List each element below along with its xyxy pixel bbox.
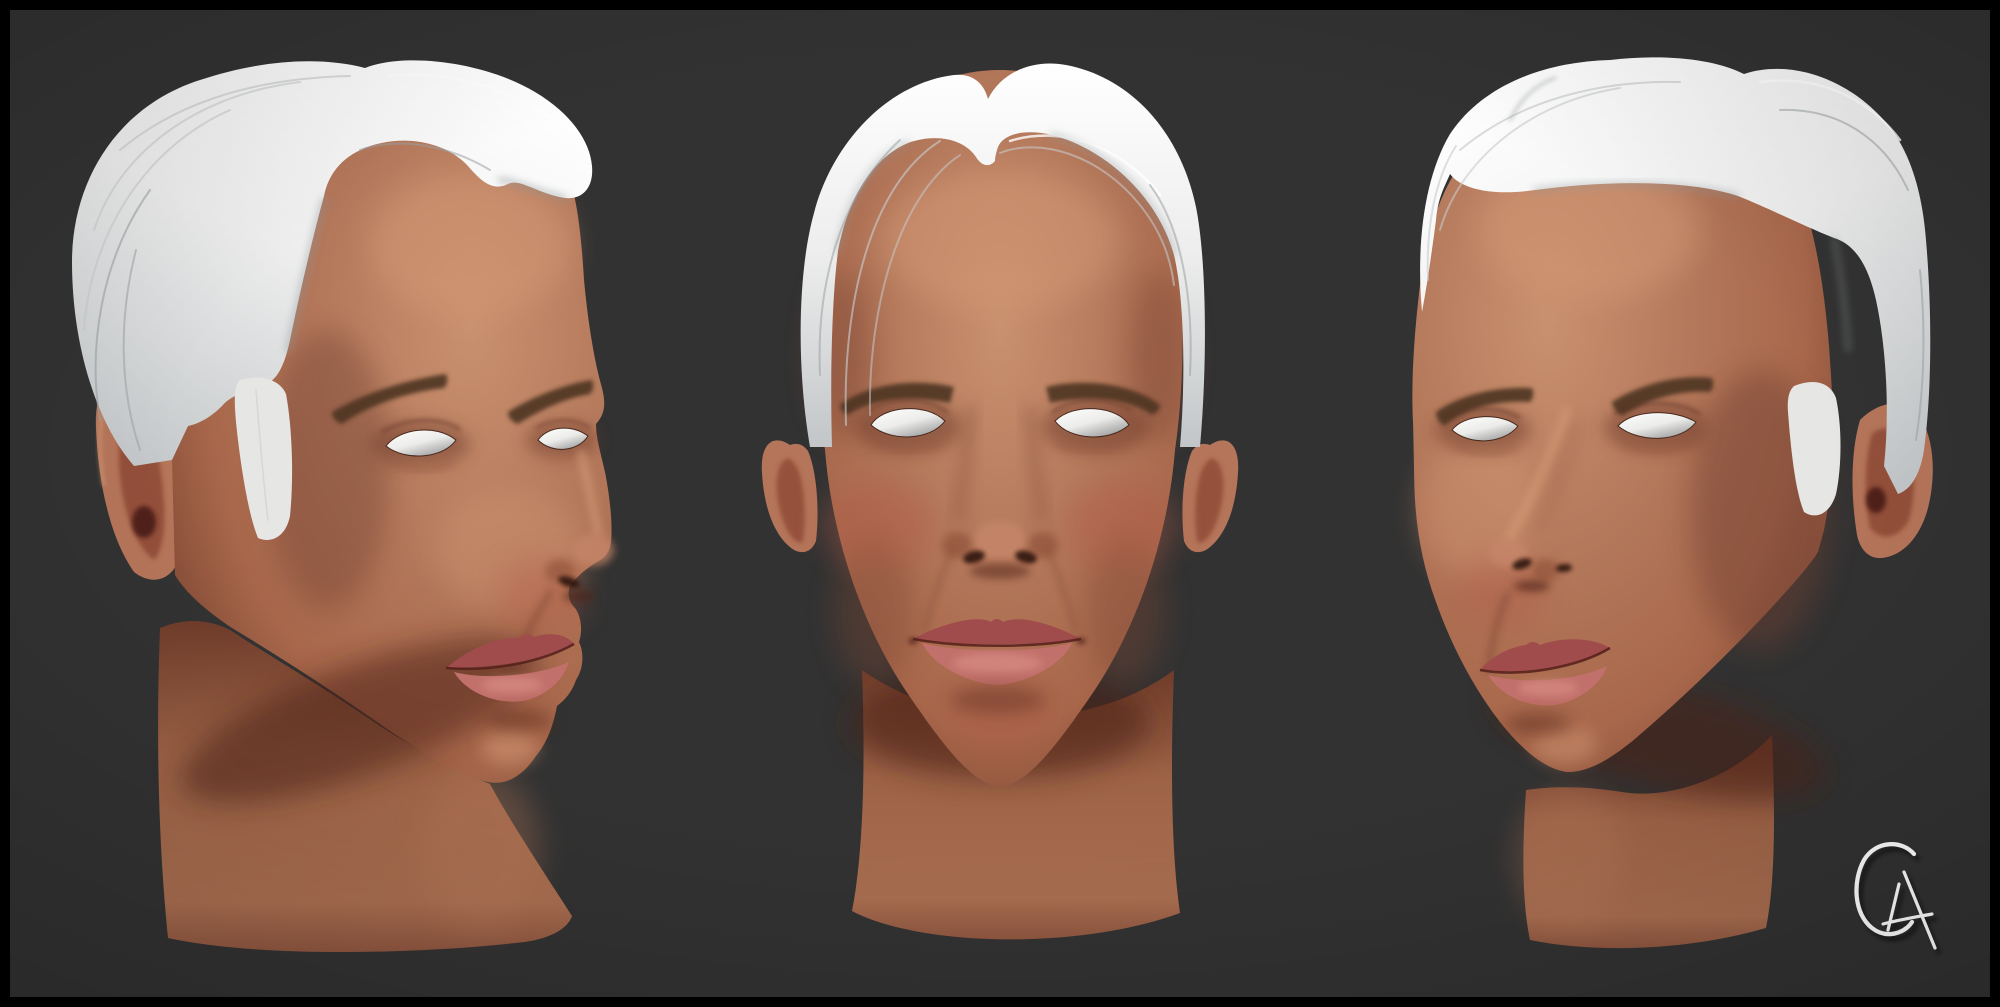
cheek-flush-right bbox=[1067, 480, 1177, 570]
mouth-corner-right bbox=[1076, 637, 1086, 645]
artist-signature-monogram bbox=[1840, 832, 1970, 962]
artist-signature-text: CA bbox=[1840, 962, 1841, 963]
artist-signature: CA bbox=[1840, 832, 1970, 962]
under-lip-shadow bbox=[486, 709, 554, 731]
ear-canal bbox=[132, 506, 156, 538]
head-view-front bbox=[750, 45, 1250, 955]
under-nose-shadow bbox=[1514, 580, 1550, 592]
ear-canal bbox=[1866, 487, 1886, 513]
forehead-highlight bbox=[370, 175, 570, 315]
under-lip-shadow bbox=[950, 686, 1046, 714]
neck-highlight bbox=[1515, 790, 1625, 930]
head-view-three-quarter-left-facing bbox=[1360, 30, 1980, 960]
lower-lip-highlight bbox=[952, 653, 1042, 673]
chin-highlight bbox=[482, 730, 538, 766]
lower-lip-highlight bbox=[482, 677, 542, 693]
cheek-flush-left bbox=[823, 480, 933, 570]
under-nose-shadow bbox=[563, 590, 595, 602]
nose-tip bbox=[574, 534, 614, 566]
mouth-corner-left bbox=[908, 637, 918, 645]
neck-highlight bbox=[420, 770, 540, 930]
signature-letter-a-diagonal bbox=[1904, 872, 1935, 948]
lower-lip-highlight bbox=[1518, 680, 1578, 696]
under-lip-shadow bbox=[1504, 713, 1572, 735]
forehead-highlight bbox=[880, 170, 1120, 310]
nose-wing bbox=[1532, 559, 1560, 581]
hairline-shadow bbox=[1834, 238, 1848, 350]
signature-strokes bbox=[1856, 844, 1935, 948]
head-view-three-quarter-right-facing bbox=[60, 30, 680, 960]
render-canvas: CA bbox=[0, 0, 2000, 1007]
